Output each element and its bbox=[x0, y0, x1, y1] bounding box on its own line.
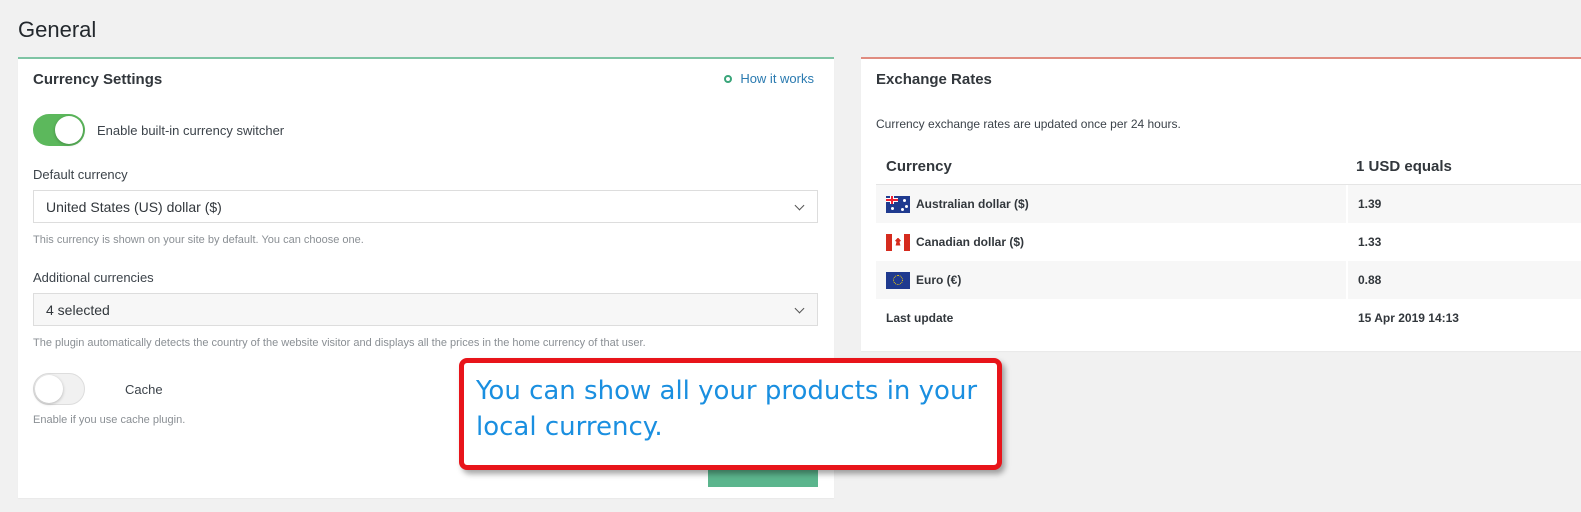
table-row: Euro (€) 0.88 bbox=[876, 261, 1581, 299]
currency-cell: Australian dollar ($) bbox=[876, 185, 1346, 223]
toggle-knob bbox=[35, 375, 63, 403]
currency-name: Australian dollar ($) bbox=[916, 197, 1029, 211]
last-update-row: Last update 15 Apr 2019 14:13 bbox=[876, 299, 1581, 337]
rate-cell: 1.39 bbox=[1346, 185, 1581, 223]
column-header-rate: 1 USD equals bbox=[1356, 158, 1452, 175]
currency-name: Canadian dollar ($) bbox=[916, 235, 1025, 249]
currency-cell: Canadian dollar ($) bbox=[876, 223, 1346, 261]
default-currency-label: Default currency bbox=[33, 167, 128, 182]
currency-cell: Euro (€) bbox=[876, 261, 1346, 299]
default-currency-value: United States (US) dollar ($) bbox=[46, 198, 222, 215]
default-currency-hint: This currency is shown on your site by d… bbox=[33, 234, 364, 246]
chevron-down-icon bbox=[794, 303, 805, 314]
table-row: Canadian dollar ($) 1.33 bbox=[876, 223, 1581, 261]
circle-icon bbox=[724, 74, 733, 83]
enable-switcher-toggle[interactable] bbox=[33, 114, 85, 146]
default-currency-select[interactable]: United States (US) dollar ($) bbox=[33, 190, 818, 223]
last-update-label: Last update bbox=[886, 311, 954, 325]
rate-cell: 1.33 bbox=[1346, 223, 1581, 261]
table-row: Australian dollar ($) 1.39 bbox=[876, 185, 1581, 223]
callout-text: You can show all your products in your l… bbox=[476, 376, 978, 442]
cache-label: Cache bbox=[125, 382, 163, 397]
exchange-rates-description: Currency exchange rates are updated once… bbox=[876, 117, 1181, 131]
currency-settings-title: Currency Settings bbox=[33, 71, 163, 88]
additional-currencies-value: 4 selected bbox=[46, 301, 110, 318]
exchange-rates-card: Exchange Rates Currency exchange rates a… bbox=[861, 57, 1581, 351]
additional-currencies-hint: The plugin automatically detects the cou… bbox=[33, 337, 646, 349]
exchange-rates-table: Currency 1 USD equals Australian dollar … bbox=[876, 149, 1581, 337]
additional-currencies-select[interactable]: 4 selected bbox=[33, 293, 818, 326]
additional-currencies-label: Additional currencies bbox=[33, 270, 154, 285]
rate-cell: 0.88 bbox=[1346, 261, 1581, 299]
cache-toggle[interactable] bbox=[33, 373, 85, 405]
last-update-value: 15 Apr 2019 14:13 bbox=[1346, 299, 1581, 337]
how-it-works-link[interactable]: How it works bbox=[724, 71, 814, 86]
australia-flag-icon bbox=[886, 195, 910, 213]
page-title: General bbox=[18, 17, 97, 42]
table-header: Currency 1 USD equals bbox=[876, 149, 1581, 185]
canada-flag-icon bbox=[886, 233, 910, 251]
column-header-currency: Currency bbox=[886, 158, 952, 175]
callout-box: You can show all your products in your l… bbox=[459, 358, 1002, 470]
exchange-rates-title: Exchange Rates bbox=[876, 71, 992, 88]
enable-switcher-label: Enable built-in currency switcher bbox=[97, 123, 285, 138]
toggle-knob bbox=[55, 116, 83, 144]
cache-hint: Enable if you use cache plugin. bbox=[33, 414, 186, 426]
chevron-down-icon bbox=[794, 200, 805, 211]
how-it-works-label: How it works bbox=[740, 71, 814, 86]
eu-flag-icon bbox=[886, 271, 910, 289]
currency-name: Euro (€) bbox=[916, 273, 962, 287]
